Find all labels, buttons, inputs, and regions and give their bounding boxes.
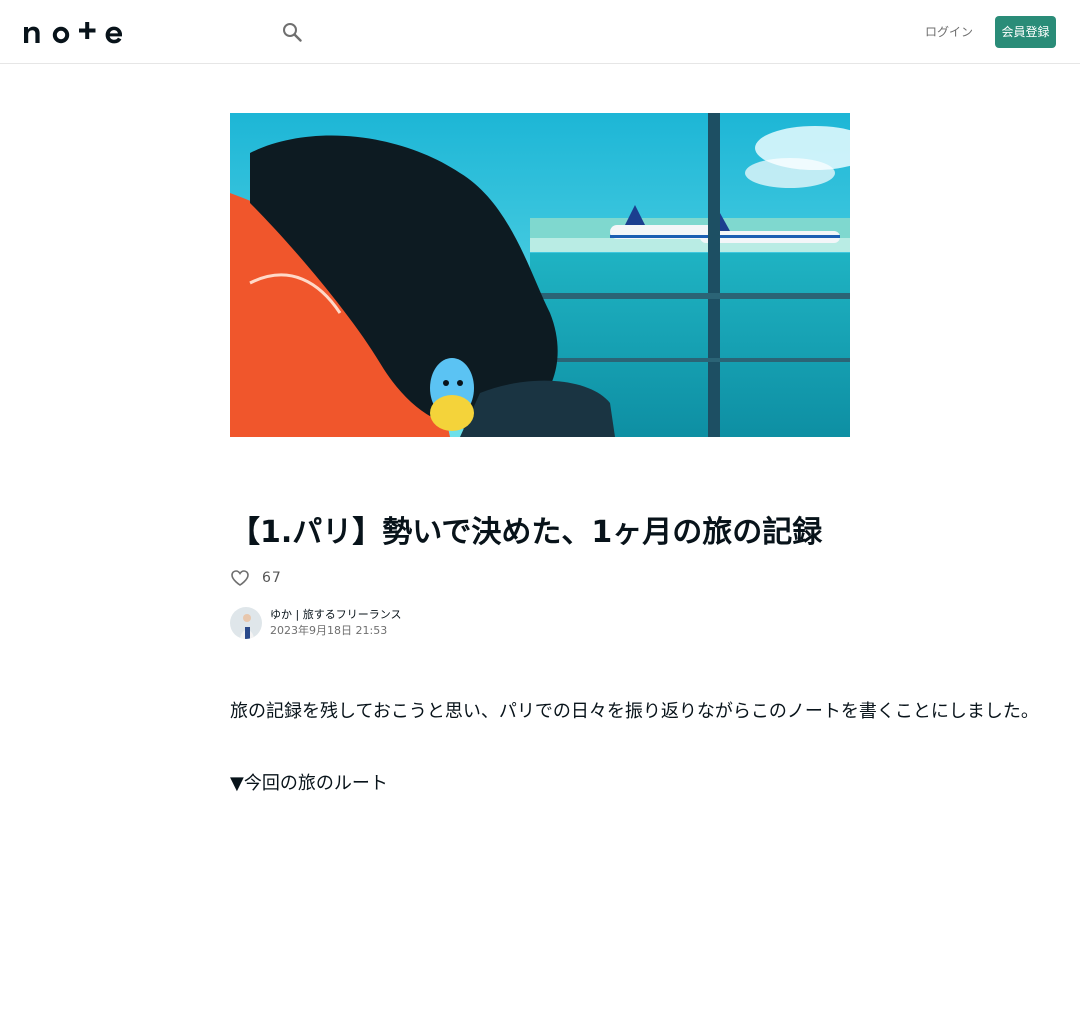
post-date: 2023年9月18日 21:53 (270, 624, 388, 637)
author-name[interactable]: ゆか | 旅するフリーランス (270, 607, 401, 623)
search-button[interactable] (280, 20, 304, 44)
login-link[interactable]: ログイン (922, 22, 976, 42)
airport-lounge-photo (230, 113, 850, 437)
site-header: note ログイン 会員登録 (0, 0, 1080, 64)
article-paragraph: ▼今回の旅のルート (230, 773, 388, 794)
like-button[interactable] (230, 568, 250, 588)
heart-icon (231, 570, 249, 586)
article-hero-image (230, 113, 850, 437)
like-count[interactable]: 67 (262, 570, 282, 586)
article-paragraph: 旅の記録を残しておこうと思い、パリでの日々を振り返りながらこのノートを書くことに… (230, 701, 1039, 722)
avatar-photo (230, 607, 262, 639)
search-icon (283, 23, 302, 42)
article-title: 【1.パリ】勢いで決めた、1ヶ月の旅の記録 (230, 515, 823, 550)
author-block: ゆか | 旅するフリーランス 2023年9月18日 21:53 (230, 607, 401, 639)
author-avatar[interactable] (230, 607, 262, 639)
signup-button[interactable]: 会員登録 (995, 16, 1056, 48)
note-logo[interactable]: note (24, 20, 122, 44)
like-row: 67 (230, 566, 282, 590)
